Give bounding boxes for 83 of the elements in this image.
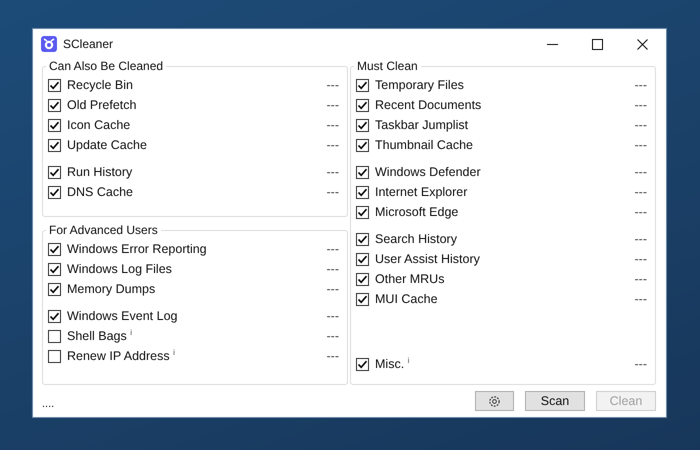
status-text: .... [42,398,54,410]
item-label[interactable]: Misc. $^{i}$ [375,356,410,372]
size-reading: --- [326,98,339,112]
group-title: Must Clean [356,59,419,73]
checkbox[interactable] [356,78,369,92]
checkbox[interactable] [356,206,369,218]
size-reading: --- [326,349,339,363]
item-label[interactable]: MUI Cache [375,292,438,306]
item-label[interactable]: Search History [375,232,457,246]
maximize-icon[interactable] [592,38,603,50]
size-reading: --- [634,272,647,286]
size-reading: --- [634,98,647,112]
item-label[interactable]: Run History [67,165,132,179]
size-reading: --- [326,329,339,343]
checkbox[interactable] [356,166,369,178]
checkbox[interactable] [356,98,369,112]
item-label[interactable]: Temporary Files [375,78,464,92]
checkbox[interactable] [356,292,369,306]
window-title: SCleaner [63,37,114,51]
item-label[interactable]: DNS Cache [67,185,133,199]
size-reading: --- [634,292,647,306]
checkbox[interactable] [356,118,369,132]
size-reading: --- [326,78,339,92]
item-label[interactable]: Recent Documents [375,98,482,112]
checkbox[interactable] [48,98,61,112]
size-reading: --- [634,205,647,219]
close-icon[interactable] [637,38,648,50]
checkbox[interactable] [356,252,369,266]
size-reading: --- [326,309,339,323]
checkbox[interactable] [48,350,61,362]
size-reading: --- [634,138,647,152]
checkbox[interactable] [356,358,369,370]
size-reading: --- [326,118,339,132]
app-icon [41,36,57,52]
checkbox[interactable] [48,282,61,296]
group-title: Can Also Be Cleaned [48,59,164,73]
item-label[interactable]: Old Prefetch [67,98,136,112]
item-label[interactable]: Other MRUs [375,272,444,286]
checkbox[interactable] [356,138,369,152]
checkbox[interactable] [356,272,369,286]
item-label[interactable]: Memory Dumps [67,282,156,296]
size-reading: --- [326,262,339,276]
item-label[interactable]: Taskbar Jumplist [375,118,468,132]
size-reading: --- [634,252,647,266]
size-reading: --- [326,242,339,256]
size-reading: --- [634,357,647,371]
size-reading: --- [326,138,339,152]
size-reading: --- [634,118,647,132]
item-label[interactable]: Internet Explorer [375,185,468,199]
item-label[interactable]: Update Cache [67,138,147,152]
checkbox[interactable] [48,166,61,178]
checkbox[interactable] [48,186,61,198]
item-label[interactable]: Windows Error Reporting [67,242,207,256]
checkbox[interactable] [48,330,61,342]
size-reading: --- [634,78,647,92]
item-label[interactable]: Microsoft Edge [375,205,458,219]
item-label[interactable]: Thumbnail Cache [375,138,473,152]
size-reading: --- [326,282,339,296]
checkbox[interactable] [48,138,61,152]
size-reading: --- [326,185,339,199]
item-label[interactable]: User Assist History [375,252,480,266]
group-title: For Advanced Users [48,223,159,237]
item-label[interactable]: Windows Defender [375,165,481,179]
checkbox[interactable] [48,262,61,276]
checkbox[interactable] [48,78,61,92]
size-reading: --- [634,165,647,179]
action-button[interactable]: Scan [525,391,585,411]
item-label[interactable]: Icon Cache [67,118,130,132]
item-label[interactable]: Recycle Bin [67,78,133,92]
checkbox[interactable] [356,232,369,246]
item-label[interactable]: Shell Bags $^{i}$ [67,328,132,344]
item-label[interactable]: Windows Log Files [67,262,172,276]
size-reading: --- [634,185,647,199]
checkbox[interactable] [48,118,61,132]
checkbox[interactable] [48,242,61,256]
item-label[interactable]: Renew IP Address $^{i}$ [67,348,175,364]
checkbox[interactable] [48,310,61,322]
item-label[interactable]: Windows Event Log [67,309,178,323]
size-reading: --- [326,165,339,179]
settings-icon [488,394,501,408]
checkbox[interactable] [356,186,369,198]
size-reading: --- [634,232,647,246]
settings-button[interactable] [475,391,514,411]
